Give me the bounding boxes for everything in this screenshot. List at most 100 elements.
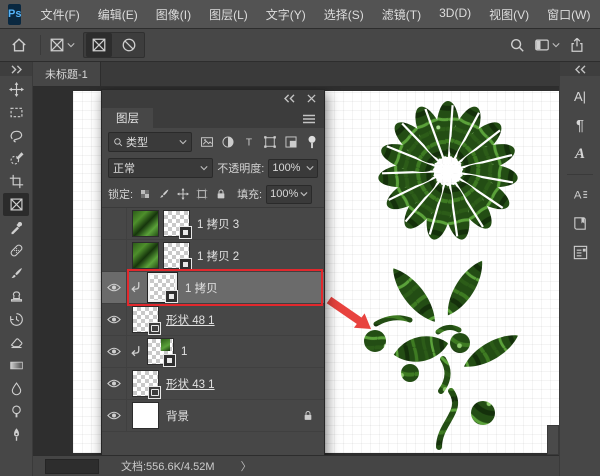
filter-shape-button[interactable] [260, 132, 279, 151]
dock-collapse-button[interactable] [560, 62, 600, 76]
lock-all-button[interactable] [213, 186, 229, 202]
visibility-toggle[interactable] [102, 368, 127, 399]
brush-tool[interactable] [3, 262, 29, 285]
tool-preset-button[interactable] [49, 33, 75, 57]
status-options-chevron[interactable]: 〉 [241, 458, 252, 474]
layer-thumbnail[interactable] [148, 339, 173, 364]
paragraph-styles-panel-button[interactable] [565, 210, 595, 237]
layer-name[interactable]: 形状 48 1 [166, 312, 215, 328]
lock-label: 锁定: [108, 186, 133, 202]
dodge-tool[interactable] [3, 400, 29, 423]
layer-row-4[interactable]: 形状 48 1 [102, 304, 324, 336]
menu-item[interactable]: 滤镜(T) [373, 6, 430, 23]
zoom-field[interactable] [45, 459, 99, 474]
separator [40, 35, 41, 55]
layer-row-2[interactable]: 1 拷贝 2 [102, 240, 324, 272]
layer-row-7[interactable]: 背景 [102, 400, 324, 432]
filter-kind-select[interactable]: 类型 [108, 132, 192, 152]
eraser-tool[interactable] [3, 331, 29, 354]
blend-mode-select[interactable]: 正常 [108, 158, 213, 178]
menu-item[interactable]: 文字(Y) [257, 6, 315, 23]
layer-thumbnail[interactable] [164, 243, 189, 268]
panel-menu-icon[interactable] [302, 114, 316, 124]
paint-lock-button[interactable] [156, 186, 172, 202]
marquee-tool[interactable] [3, 101, 29, 124]
visibility-toggle[interactable] [102, 240, 127, 271]
layer-thumbnail-leaf[interactable] [133, 211, 158, 236]
filter-image-button[interactable] [197, 132, 216, 151]
tool-mode-1[interactable] [86, 33, 112, 57]
filter-adjustment-button[interactable] [218, 132, 237, 151]
share-button[interactable] [564, 33, 590, 57]
character-panel-button[interactable]: A| [565, 83, 595, 110]
tool-mode-2[interactable] [116, 33, 142, 57]
layer-row-6[interactable]: 形状 43 1 [102, 368, 324, 400]
scrollbar-corner[interactable] [547, 425, 559, 455]
layer-name[interactable]: 1 拷贝 2 [197, 248, 239, 264]
pen-tool[interactable] [3, 423, 29, 446]
fill-field[interactable]: 100% [266, 185, 312, 204]
layer-name[interactable]: 1 拷贝 [185, 280, 218, 296]
layer-name[interactable]: 背景 [166, 408, 189, 424]
glyphs-panel-button[interactable]: A [565, 141, 595, 168]
collapse-panel-icon[interactable] [284, 94, 295, 103]
menu-item[interactable]: 文件(F) [31, 6, 88, 23]
workspace-button[interactable] [534, 33, 560, 57]
history-brush-tool[interactable] [3, 308, 29, 331]
artboard-lock-button[interactable] [194, 186, 210, 202]
layer-thumbnail-leaf[interactable] [133, 243, 158, 268]
layer-name[interactable]: 形状 43 1 [166, 376, 215, 392]
layer-thumbnail[interactable] [164, 211, 189, 236]
layer-row-1[interactable]: 1 拷贝 3 [102, 208, 324, 240]
menu-item[interactable]: 选择(S) [315, 6, 373, 23]
layer-thumbnail[interactable] [133, 307, 158, 332]
clone-stamp-tool[interactable] [3, 285, 29, 308]
menu-item[interactable]: 窗口(W) [538, 6, 599, 23]
layer-name[interactable]: 1 [181, 346, 187, 358]
lasso-tool-icon [9, 128, 24, 143]
layers-tab[interactable]: 图层 [102, 108, 153, 128]
visibility-toggle[interactable] [102, 208, 127, 239]
document-tab[interactable]: 未标题-1 [33, 62, 101, 86]
visibility-toggle[interactable] [102, 400, 127, 431]
tools-collapse-button[interactable] [0, 62, 32, 76]
crop-tool[interactable] [3, 170, 29, 193]
layer-name[interactable]: 1 拷贝 3 [197, 216, 239, 232]
menu-item[interactable]: 3D(D) [430, 6, 480, 23]
clipping-mask-icon [129, 345, 142, 358]
visibility-toggle[interactable] [102, 272, 127, 303]
menu-item[interactable]: 编辑(E) [89, 6, 147, 23]
layer-row-3[interactable]: 1 拷贝 [102, 272, 324, 304]
paragraph-panel-button[interactable]: ¶ [565, 112, 595, 139]
search-button[interactable] [504, 33, 530, 57]
blur-tool[interactable] [3, 377, 29, 400]
document-tab-label: 未标题-1 [45, 66, 88, 82]
layer-thumbnail[interactable] [133, 371, 158, 396]
menu-item[interactable]: 图层(L) [200, 6, 257, 23]
healing-brush-tool[interactable] [3, 239, 29, 262]
opacity-field[interactable]: 100% [268, 159, 318, 178]
visibility-toggle[interactable] [102, 336, 127, 367]
menu-item[interactable]: 图像(I) [147, 6, 200, 23]
character-styles-panel-button[interactable]: A [565, 181, 595, 208]
paragraph-panel-icon: ¶ [572, 117, 589, 134]
menu-item[interactable]: 视图(V) [480, 6, 538, 23]
layer-thumbnail[interactable] [133, 403, 158, 428]
layer-thumbnail[interactable] [148, 273, 177, 302]
frame-tool[interactable] [3, 193, 29, 216]
filter-type-button[interactable]: T [239, 132, 258, 151]
properties-panel-button[interactable] [565, 239, 595, 266]
position-lock-button[interactable] [175, 186, 191, 202]
pin-icon[interactable] [306, 135, 318, 149]
filter-smart-object-button[interactable] [281, 132, 300, 151]
transparency-lock-button[interactable] [137, 186, 153, 202]
gradient-tool[interactable] [3, 354, 29, 377]
home-button[interactable] [6, 33, 32, 57]
move-tool[interactable] [3, 78, 29, 101]
layer-row-5[interactable]: 1 [102, 336, 324, 368]
close-panel-icon[interactable] [307, 94, 316, 103]
object-selection-tool[interactable] [3, 147, 29, 170]
eyedropper-tool[interactable] [3, 216, 29, 239]
visibility-toggle[interactable] [102, 304, 127, 335]
lasso-tool[interactable] [3, 124, 29, 147]
